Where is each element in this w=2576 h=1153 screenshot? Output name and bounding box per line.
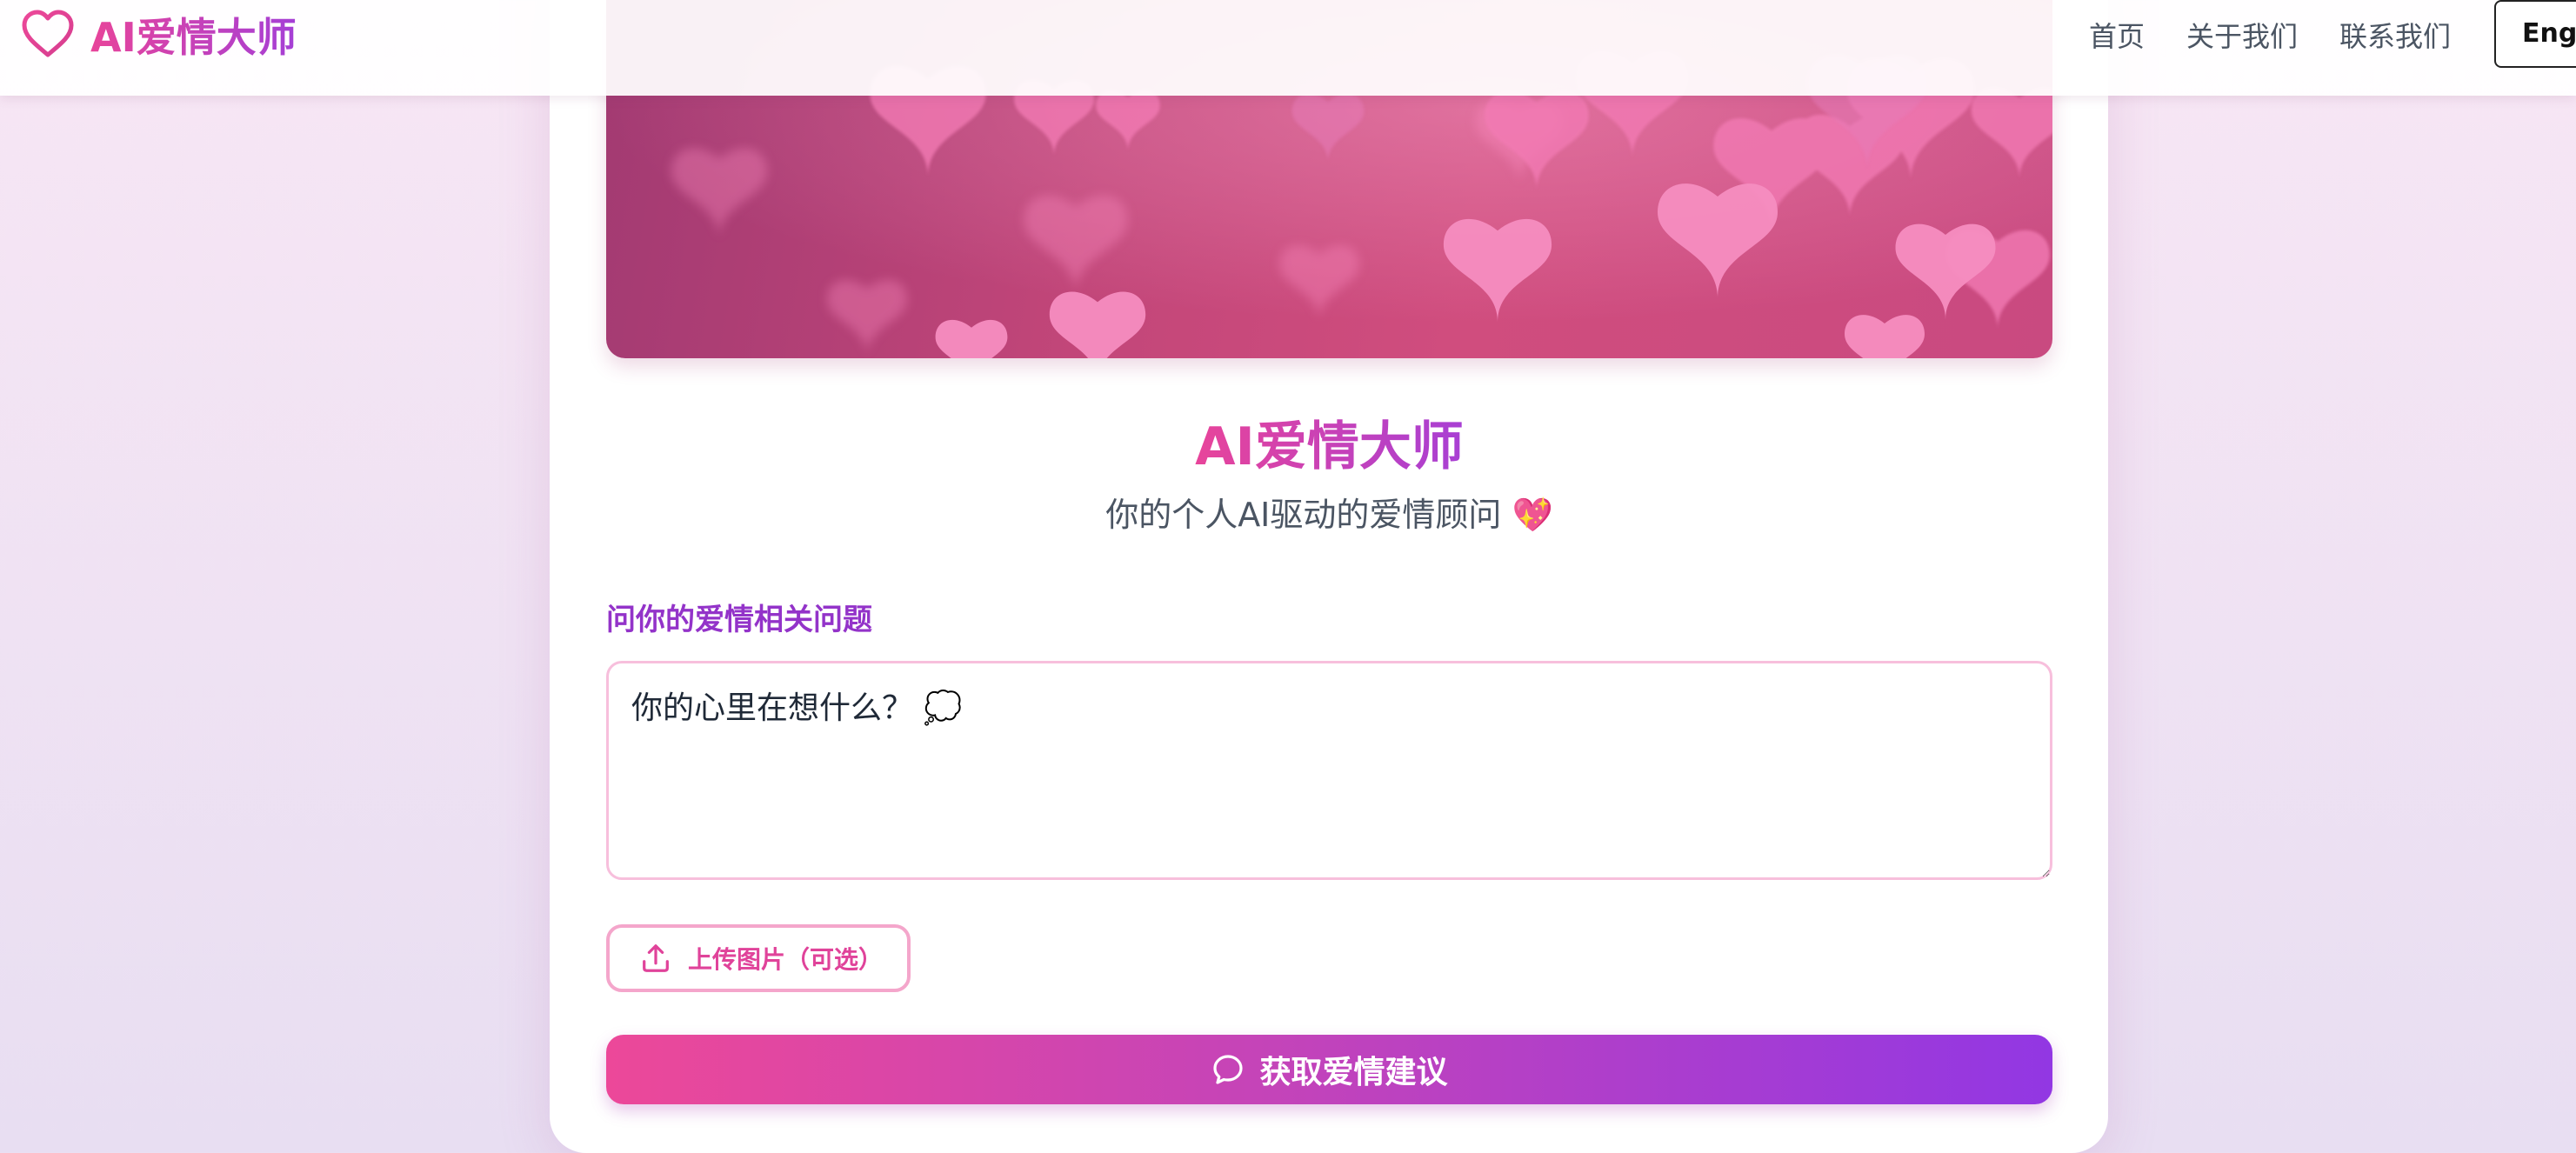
nav-contact-link[interactable]: 联系我们: [2339, 15, 2451, 55]
heart-outline-icon: [22, 10, 74, 57]
nav-links: 首页 关于我们 联系我们: [2089, 16, 2493, 54]
page-subtitle: 你的个人AI驱动的爱情顾问 💖: [1105, 496, 1553, 534]
question-label: 问你的爱情相关问题: [606, 603, 872, 637]
nav-about-link[interactable]: 关于我们: [2186, 15, 2298, 55]
brand-logo-link[interactable]: AI爱情大师: [19, 3, 297, 66]
chat-bubble-icon: [1213, 1055, 1244, 1084]
upload-image-label: 上传图片（可选）: [688, 945, 884, 974]
brand-name: AI爱情大师: [90, 6, 297, 63]
top-navbar: AI爱情大师 首页 关于我们 联系我们 Engli: [0, 0, 2576, 96]
get-advice-button[interactable]: 获取爱情建议: [606, 1035, 2052, 1104]
nav-home-link[interactable]: 首页: [2089, 15, 2145, 55]
upload-image-button[interactable]: 上传图片（可选）: [606, 924, 911, 992]
upload-icon: [643, 944, 669, 972]
question-textarea[interactable]: [606, 661, 2052, 880]
page-title-text: AI爱情大师: [1195, 417, 1464, 477]
page-title: AI爱情大师: [606, 412, 2052, 482]
get-advice-label: 获取爱情建议: [1259, 1055, 1448, 1090]
language-switch-button[interactable]: Engli: [2494, 0, 2576, 68]
